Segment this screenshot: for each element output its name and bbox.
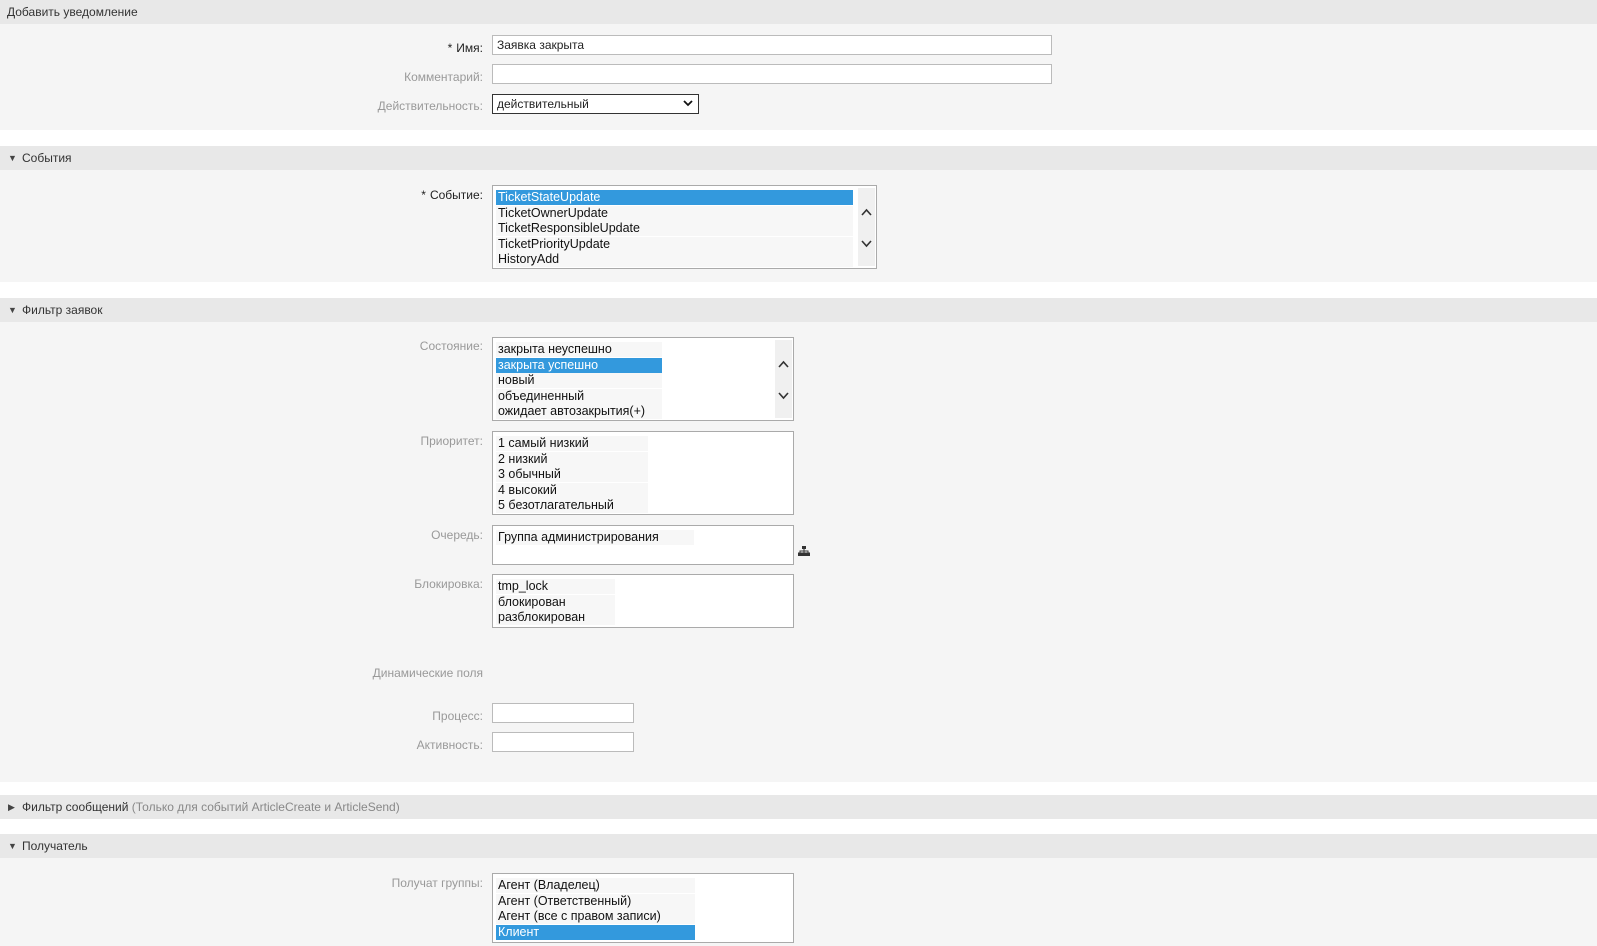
dynamic-fields-label: Динамические поля bbox=[372, 666, 483, 680]
triangle-down-icon: ▼ bbox=[8, 153, 17, 163]
validity-label: Действительность: bbox=[377, 99, 483, 113]
validity-value: действительный bbox=[497, 97, 589, 111]
state-label: Состояние: bbox=[419, 339, 483, 353]
scrollbar[interactable] bbox=[775, 340, 792, 418]
list-option[interactable]: Клиент bbox=[496, 924, 695, 940]
list-option[interactable]: разблокирован bbox=[496, 610, 615, 625]
list-option[interactable]: tmp_lock bbox=[496, 579, 615, 594]
list-option[interactable]: TicketOwnerUpdate bbox=[496, 205, 853, 221]
comment-input[interactable] bbox=[492, 64, 1052, 84]
chevron-up-icon[interactable] bbox=[861, 208, 872, 216]
triangle-right-icon: ▶ bbox=[8, 802, 15, 812]
list-option[interactable]: блокирован bbox=[496, 594, 615, 610]
required-mark: * bbox=[447, 41, 453, 55]
list-option[interactable]: 2 низкий bbox=[496, 451, 648, 467]
activity-input[interactable] bbox=[492, 732, 634, 752]
groups-listbox[interactable]: Агент (Владелец) Агент (Ответственный) Аге… bbox=[492, 873, 794, 943]
name-label-text: Имя: bbox=[456, 41, 483, 55]
event-listbox[interactable]: TicketStateUpdate TicketOwnerUpdate Ticket… bbox=[492, 185, 877, 269]
activity-label: Активность: bbox=[416, 738, 483, 752]
state-listbox[interactable]: закрыта неуспешно закрыта успешно новый объ… bbox=[492, 337, 794, 421]
list-option[interactable]: объединенный bbox=[496, 388, 662, 404]
groups-label: Получат группы: bbox=[391, 876, 483, 890]
validity-select[interactable]: действительный bbox=[492, 94, 699, 114]
priority-label: Приоритет: bbox=[420, 434, 483, 448]
queue-listbox[interactable]: Группа администрирования bbox=[492, 525, 794, 565]
page-header: Добавить уведомление bbox=[0, 0, 1597, 24]
name-label: * Имя: bbox=[448, 41, 483, 55]
lock-listbox[interactable]: tmp_lock блокирован разблокирован bbox=[492, 574, 794, 628]
recipient-section-title: Получатель bbox=[22, 839, 88, 853]
chevron-up-icon[interactable] bbox=[778, 360, 789, 368]
list-option[interactable]: закрыта неуспешно bbox=[496, 342, 662, 357]
article-filter-section-header[interactable]: ▶ Фильтр сообщений (Только для событий A… bbox=[0, 795, 1597, 819]
list-option[interactable]: TicketResponsibleUpdate bbox=[496, 221, 853, 236]
name-input[interactable]: Заявка закрыта bbox=[492, 35, 1052, 55]
ticket-filter-section-header[interactable]: ▼ Фильтр заявок bbox=[0, 298, 1597, 322]
list-option[interactable]: 4 высокий bbox=[496, 482, 648, 498]
list-option[interactable]: TicketStateUpdate bbox=[496, 190, 853, 205]
list-option[interactable]: ожидает автозакрытия(+) bbox=[496, 404, 662, 419]
scrollbar[interactable] bbox=[858, 188, 875, 266]
events-section-title: События bbox=[22, 151, 72, 165]
priority-listbox[interactable]: 1 самый низкий 2 низкий 3 обычный 4 высокий… bbox=[492, 431, 794, 515]
list-option[interactable]: Агент (Владелец) bbox=[496, 878, 695, 893]
event-label-text: Событие: bbox=[429, 188, 483, 202]
list-option[interactable]: Агент (Ответственный) bbox=[496, 893, 695, 909]
process-label: Процесс: bbox=[432, 709, 483, 723]
lock-label: Блокировка: bbox=[414, 577, 483, 591]
required-mark: * bbox=[421, 188, 426, 202]
article-filter-subtitle: (Только для событий ArticleCreate и Arti… bbox=[131, 800, 400, 814]
comment-label: Комментарий: bbox=[404, 70, 483, 84]
list-option[interactable]: новый bbox=[496, 373, 662, 388]
chevron-down-icon[interactable] bbox=[778, 392, 789, 400]
triangle-down-icon: ▼ bbox=[8, 841, 17, 851]
list-option[interactable]: TicketPriorityUpdate bbox=[496, 236, 853, 252]
tree-icon[interactable] bbox=[798, 546, 810, 556]
list-option[interactable]: 5 безотлагательный bbox=[496, 498, 648, 513]
list-option[interactable]: 1 самый низкий bbox=[496, 436, 648, 451]
list-option[interactable]: 3 обычный bbox=[496, 467, 648, 482]
events-section-header[interactable]: ▼ События bbox=[0, 146, 1597, 170]
article-filter-title: Фильтр сообщений bbox=[22, 800, 129, 814]
ticket-filter-section-title: Фильтр заявок bbox=[22, 303, 103, 317]
triangle-down-icon: ▼ bbox=[8, 305, 17, 315]
queue-label: Очередь: bbox=[431, 528, 483, 542]
chevron-down-icon bbox=[683, 100, 693, 107]
list-option[interactable]: закрыта успешно bbox=[496, 357, 662, 373]
process-input[interactable] bbox=[492, 703, 634, 723]
article-filter-section-title: Фильтр сообщений (Только для событий Art… bbox=[22, 795, 400, 819]
recipient-panel bbox=[0, 858, 1597, 946]
list-option[interactable]: Агент (все с правом записи) bbox=[496, 909, 695, 924]
list-option[interactable]: Группа администрирования bbox=[496, 530, 694, 545]
chevron-down-icon[interactable] bbox=[861, 240, 872, 248]
recipient-section-header[interactable]: ▼ Получатель bbox=[0, 834, 1597, 858]
event-label: * Событие: bbox=[421, 188, 483, 202]
list-option[interactable]: HistoryAdd bbox=[496, 252, 853, 267]
page-title: Добавить уведомление bbox=[7, 5, 138, 19]
